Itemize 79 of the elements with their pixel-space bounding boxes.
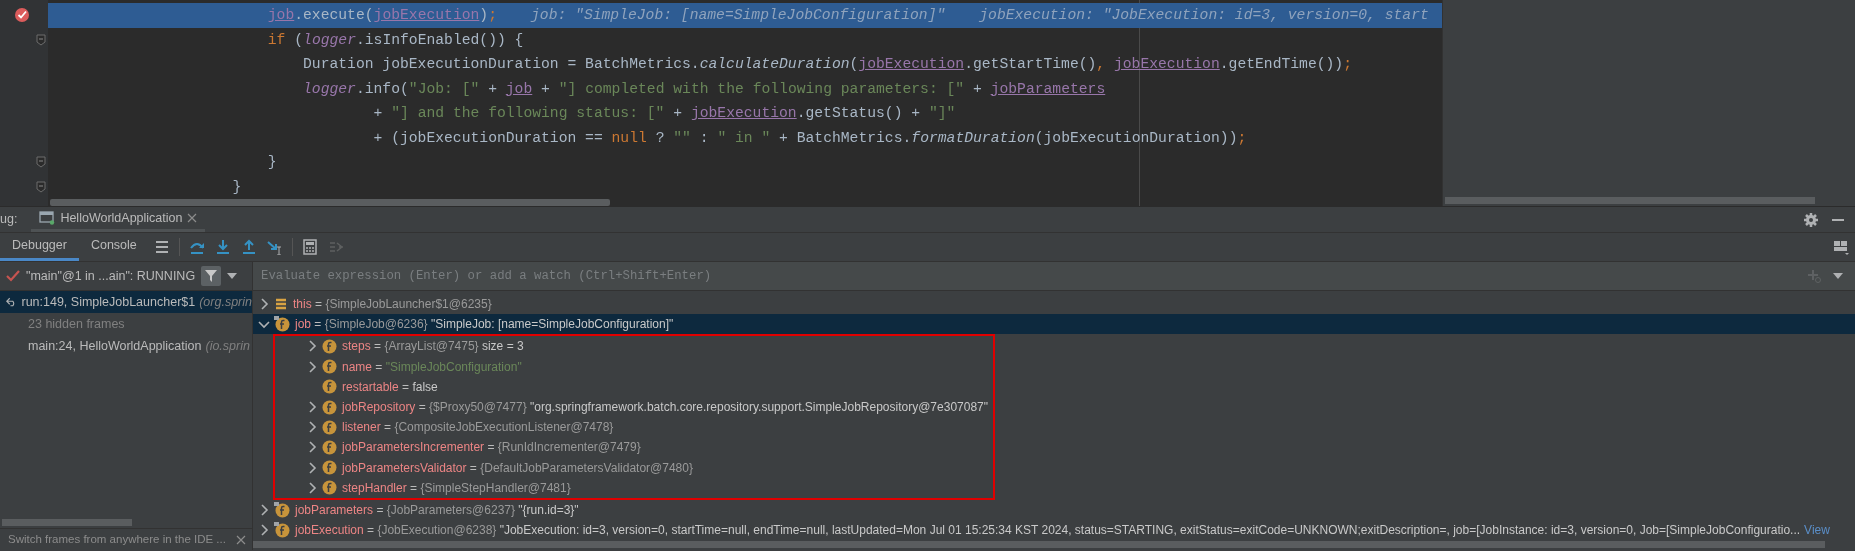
frame-label: run:149, SimpleJobLauncher$1 — [21, 293, 196, 311]
frame-item[interactable]: run:149, SimpleJobLauncher$1 (org.sprin — [0, 291, 252, 313]
field-icon — [274, 316, 290, 333]
inline-hint: jobExecution: "JobExecution: id=3, version=0, start — [979, 6, 1429, 26]
field-icon — [322, 379, 337, 395]
field-icon — [274, 501, 290, 518]
code-text: } — [231, 177, 242, 197]
view-link[interactable]: View — [1804, 521, 1830, 540]
scrollbar[interactable] — [1445, 197, 1815, 204]
code-text: + "] and the following status: [" + jobExecution.getStatus() + "]" — [372, 104, 956, 124]
variable-entry: jobParameters = {JobParameters@6237} "{run.id=3}" — [295, 501, 579, 519]
close-icon[interactable] — [236, 534, 246, 545]
code-text: Duration jobExecutionDuration = BatchMetrics.calculateDuration(jobExecution.getStartTime(), jobExecution.getEndTime()); — [302, 55, 1352, 75]
scrollbar[interactable] — [50, 199, 610, 206]
frame-label: 23 hidden frames — [28, 315, 125, 333]
field-icon — [322, 399, 337, 415]
variable-entry: jobParametersValidator = {DefaultJobParametersValidator@7480} — [342, 459, 693, 477]
variable-entry: stepHandler = {SimpleStepHandler@7481} — [342, 479, 571, 497]
variable-entry: jobRepository = {$Proxy50@7477} "org.springframework.batch.core.repository.support.SimpleJobRepository@7e307087" — [342, 399, 989, 417]
app-window-icon — [39, 211, 56, 225]
filter-icon — [205, 270, 218, 282]
code-text: if (logger.isInfoEnabled()) { — [266, 30, 524, 50]
thread-selector[interactable]: "main"@1 in ...ain": RUNNING — [26, 266, 196, 286]
hint-text: Switch frames from anywhere in the IDE ... — [8, 531, 226, 547]
field-icon — [274, 522, 290, 539]
tree-row[interactable]: jobParameters = {JobParameters@6237} "{run.id=3}" — [253, 499, 1855, 521]
panel-title: ug: — [0, 211, 18, 229]
run-tab[interactable]: HelloWorldApplication — [31, 207, 206, 232]
scrollbar[interactable] — [2, 519, 132, 526]
view-tab[interactable]: Console — [78, 233, 149, 261]
field-icon — [322, 338, 337, 354]
inline-hint: job: "SimpleJob: [name=SimpleJobConfiguration]" — [531, 6, 946, 26]
tree-row[interactable]: steps = {ArrayList@7475} size = 3 — [275, 336, 993, 357]
tree-row[interactable]: jobParametersValidator = {DefaultJobParametersValidator@7480} — [275, 457, 993, 478]
frame-location: (org.sprin — [199, 293, 252, 311]
variable-entry: jobExecution = {JobExecution@6238} "JobExecution: id=3, version=0, startTime=null, endTime=null, lastUpdated=Mon Jul 01 15:25:34 KST 2024, status=STARTING, exitStatus=exitCode=UNKNOWN;exitDescription=, job=[JobInstance: id=3, version=0, Job=[SimpleJobConfiguratio... — [295, 522, 1801, 540]
frame-item[interactable]: main:24, HelloWorldApplication (io.sprin — [0, 335, 252, 357]
filter-button[interactable] — [201, 266, 222, 286]
code-text: job.execute(jobExecution); — [266, 6, 497, 26]
step-into-icon[interactable] — [214, 239, 231, 255]
layout-icon[interactable] — [1833, 239, 1849, 255]
code-text: } — [266, 153, 277, 173]
variable-entry: name = "SimpleJobConfiguration" — [342, 358, 522, 376]
variable-entry: restartable = false — [342, 378, 438, 396]
menu-icon[interactable] — [153, 239, 170, 255]
field-icon — [322, 419, 337, 435]
dropdown-icon[interactable] — [227, 273, 238, 279]
scrollbar[interactable] — [253, 541, 1825, 548]
field-icon — [322, 460, 337, 476]
variable-entry: jobParametersIncrementer = {RunIdIncrementer@7479} — [342, 439, 641, 457]
tree-row[interactable]: name = "SimpleJobConfiguration" — [275, 356, 993, 377]
tree-row[interactable]: jobParametersIncrementer = {RunIdIncrementer@7479} — [275, 437, 993, 458]
run-to-cursor-icon[interactable] — [266, 239, 283, 255]
code-text: logger.info("Job: [" + job + "] completed with the following parameters: [" + jobParameters — [302, 79, 1106, 99]
variable-entry: this = {SimpleJobLauncher$1@6235} — [293, 296, 492, 314]
step-out-icon[interactable] — [240, 239, 257, 255]
close-icon[interactable] — [187, 213, 198, 223]
return-arrow-icon — [6, 296, 17, 308]
variable-entry: job = {SimpleJob@6236} "SimpleJob: [name=SimpleJobConfiguration]" — [295, 316, 674, 334]
tree-row[interactable]: listener = {CompositeJobExecutionListener@7478} — [275, 417, 993, 438]
code-text: + (jobExecutionDuration == null ? "" : " in " + BatchMetrics.formatDuration(jobExecutionDuration)); — [372, 128, 1247, 148]
field-icon — [322, 359, 337, 375]
tree-row[interactable]: stepHandler = {SimpleStepHandler@7481} — [275, 477, 993, 498]
tree-row[interactable]: this = {SimpleJobLauncher$1@6235} — [253, 294, 1855, 315]
tree-row[interactable]: restartable = false — [275, 376, 993, 397]
check-icon — [6, 270, 20, 282]
list-icon — [274, 297, 288, 312]
field-icon — [322, 480, 337, 496]
variable-entry: listener = {CompositeJobExecutionListener@7478} — [342, 419, 614, 437]
tree-row[interactable]: jobRepository = {$Proxy50@7477} "org.springframework.batch.core.repository.support.SimpleJobRepository@7e307087" — [275, 396, 993, 418]
frame-location: (io.sprin — [205, 337, 250, 355]
frame-label: main:24, HelloWorldApplication — [28, 337, 202, 355]
dropdown-icon[interactable] — [1833, 273, 1843, 279]
field-icon — [322, 439, 337, 455]
calculator-icon[interactable] — [301, 239, 318, 255]
settings-icon[interactable] — [1803, 211, 1819, 228]
variable-entry: steps = {ArrayList@7475} size = 3 — [342, 338, 524, 356]
tree-row[interactable]: job = {SimpleJob@6236} "SimpleJob: [name=SimpleJobConfiguration]" — [253, 314, 1855, 335]
view-tab[interactable]: Debugger — [0, 233, 79, 261]
